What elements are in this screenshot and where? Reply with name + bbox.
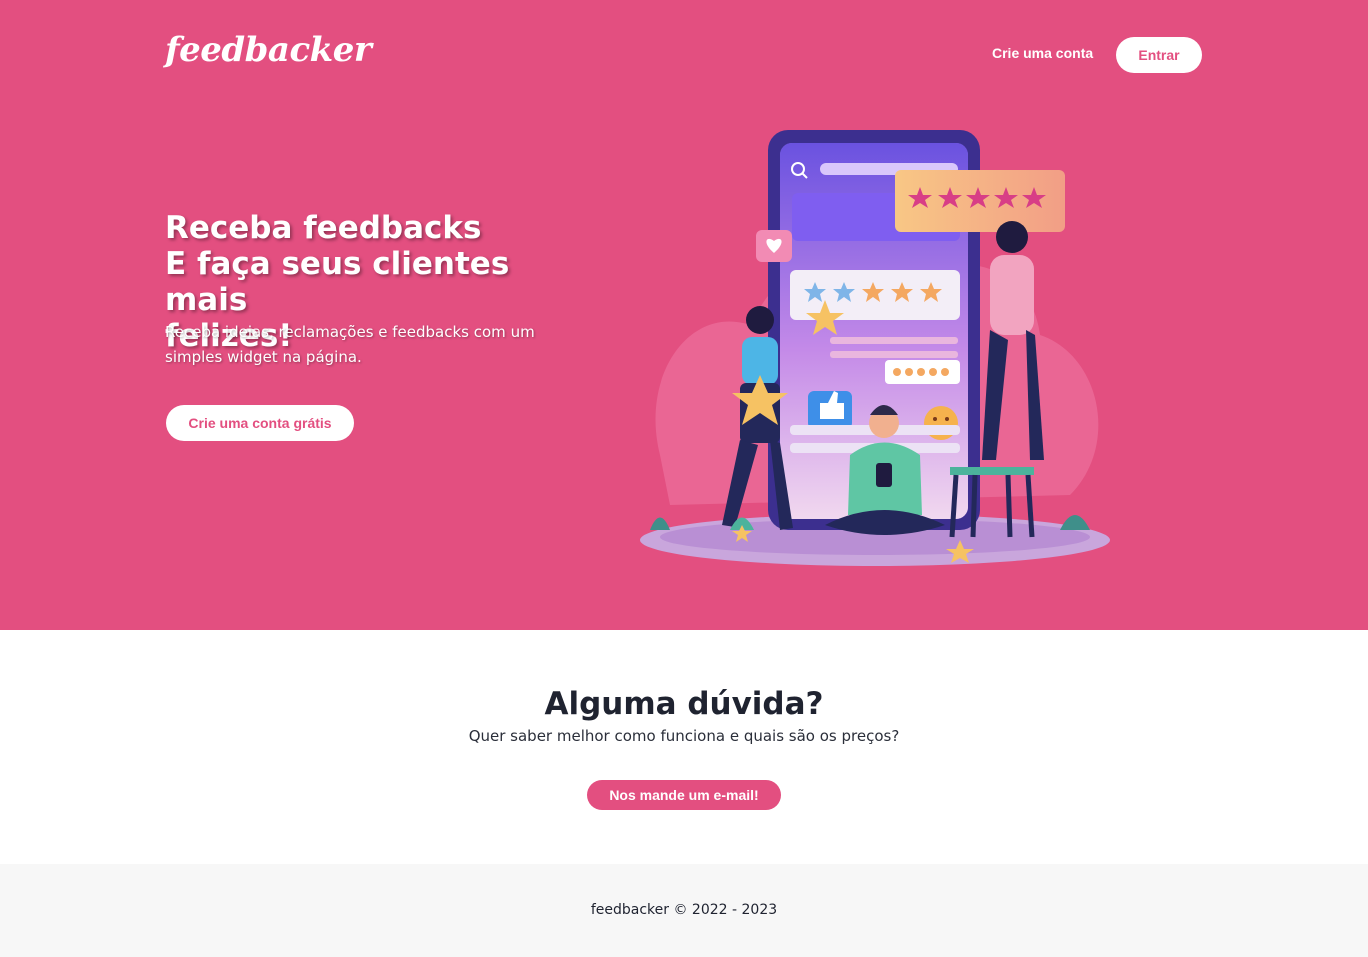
create-free-account-button[interactable]: Crie uma conta grátis bbox=[166, 405, 354, 441]
hero-section: feedbacker Crie uma conta Entrar Receba … bbox=[0, 0, 1368, 630]
thumbs-up-icon bbox=[808, 391, 852, 429]
faq-section: Alguma dúvida? Quer saber melhor como fu… bbox=[0, 630, 1368, 864]
footer-copyright: feedbacker © 2022 - 2023 bbox=[590, 902, 778, 918]
email-us-button[interactable]: Nos mande um e-mail! bbox=[587, 780, 781, 810]
heart-icon bbox=[756, 230, 792, 262]
hero-title-line: E faça seus clientes mais bbox=[165, 246, 510, 318]
faq-title: Alguma dúvida? bbox=[544, 686, 824, 722]
hero-illustration bbox=[640, 130, 1110, 566]
hero-title-line: Receba feedbacks bbox=[165, 210, 482, 246]
faq-subtitle: Quer saber melhor como funciona e quais … bbox=[468, 727, 900, 745]
logo[interactable]: feedbacker bbox=[165, 30, 372, 70]
footer: feedbacker © 2022 - 2023 bbox=[0, 864, 1368, 957]
signup-link[interactable]: Crie uma conta bbox=[992, 45, 1093, 61]
hero-subtitle: Receba ideias, reclamações e feedbacks c… bbox=[165, 323, 535, 366]
login-button[interactable]: Entrar bbox=[1116, 37, 1202, 73]
